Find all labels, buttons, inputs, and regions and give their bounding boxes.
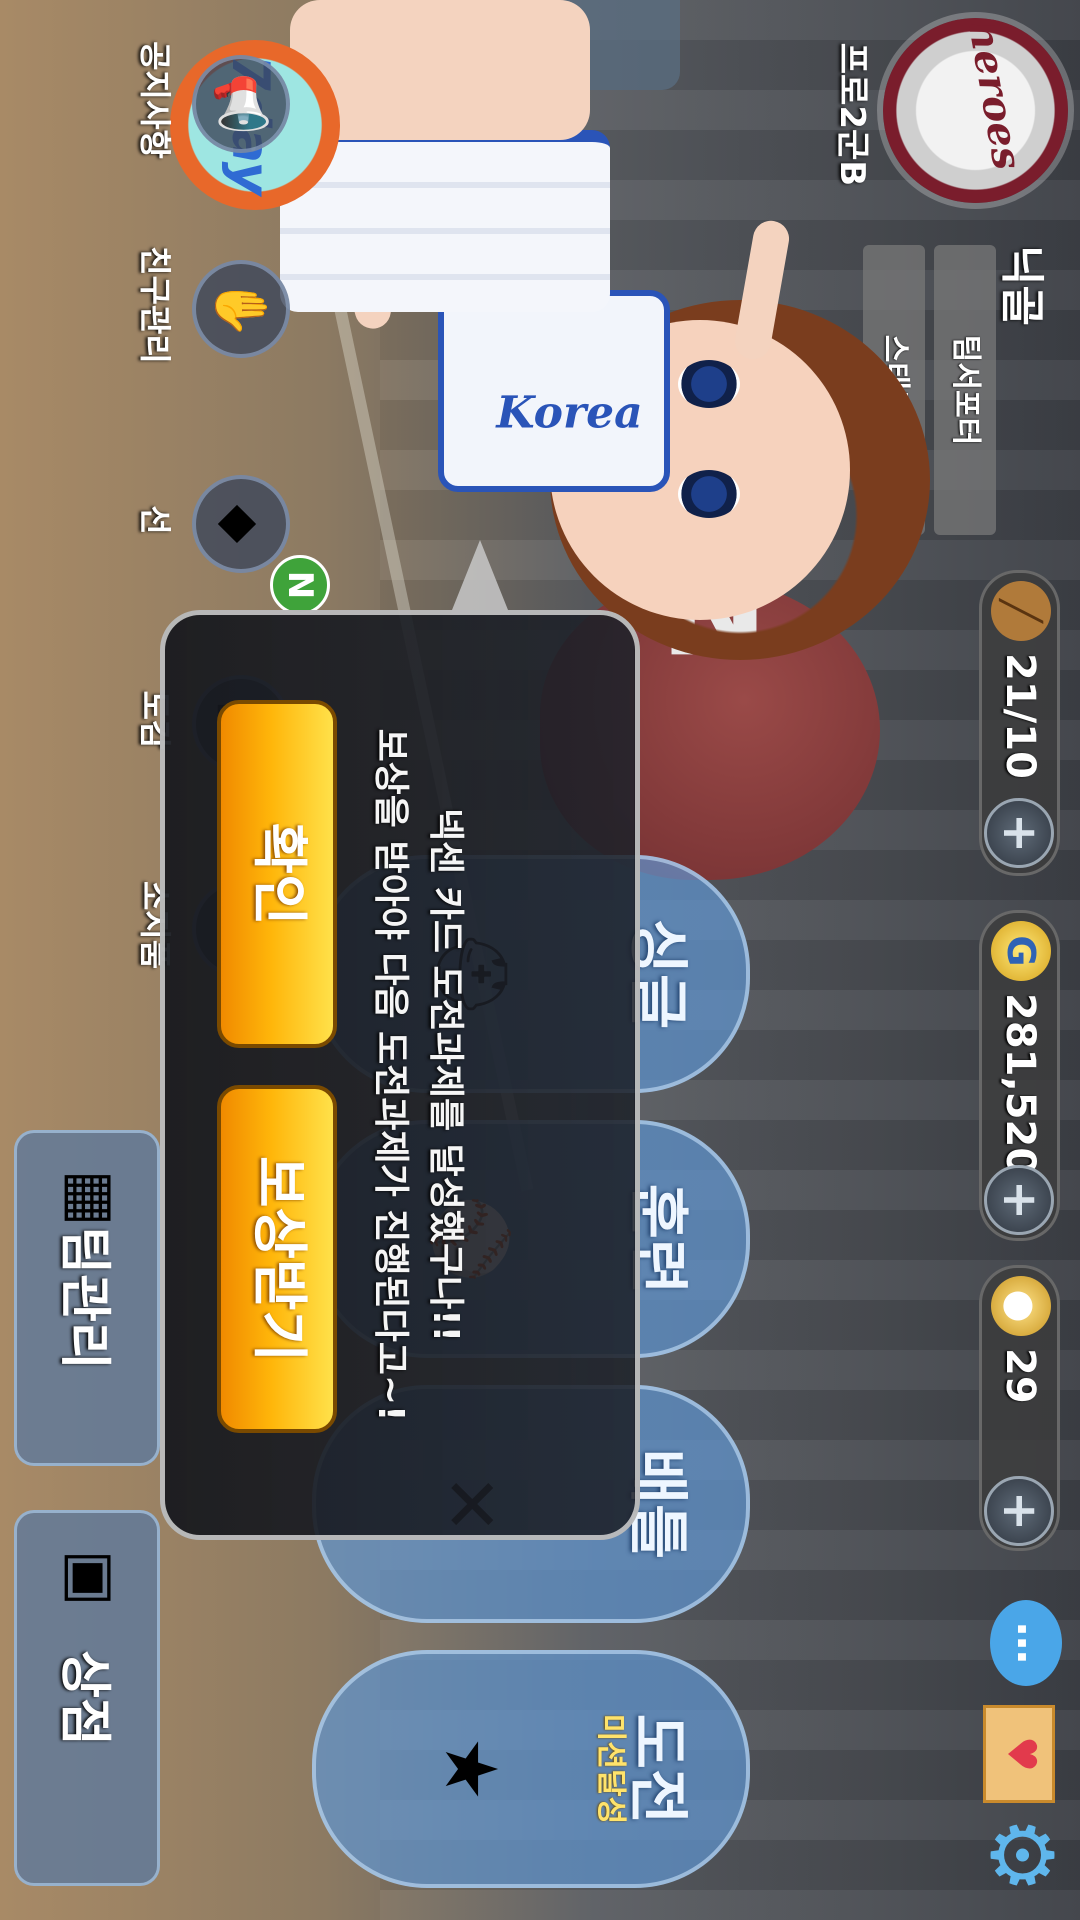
team-manage-button[interactable]: ▦ 팀관리 xyxy=(14,1130,160,1466)
star-icon: ★ xyxy=(429,1736,513,1802)
team-manage-label: 팀관리 xyxy=(54,1226,114,1370)
reward-dialog: 넥센 카드 도전과제를 달성했구나!! 보상을 받아야 다음 도전과제가 진행된… xyxy=(160,610,640,1540)
team-name: 프로2군B xyxy=(832,42,872,187)
side-notice[interactable]: 📢 공지사항 xyxy=(10,20,290,180)
baseball-icon: ● xyxy=(991,1276,1051,1336)
game-scene: heroes 프로2군B 닉골 팀서포터 스태프위 ╱ 21/10 + G 28… xyxy=(0,0,1080,1920)
shop-button[interactable]: ▣ 상점 xyxy=(14,1510,160,1886)
title-tag-1[interactable]: 팀서포터 xyxy=(934,245,996,535)
resource-ball: ● 29 + xyxy=(979,1265,1060,1551)
gold-count: 281,520 xyxy=(997,993,1043,1176)
claim-reward-button[interactable]: 보상받기 xyxy=(217,1085,337,1433)
bat-count: 21/10 xyxy=(997,653,1043,779)
side-item-3-label: 선 xyxy=(136,505,174,535)
side-item-3[interactable]: ◆ 선 N xyxy=(10,440,330,615)
add-gold-button[interactable]: + xyxy=(984,1165,1054,1235)
megaphone-icon: 📢 xyxy=(192,55,290,153)
side-friends-label: 친구관리 xyxy=(136,246,174,364)
confirm-button[interactable]: 확인 xyxy=(217,700,337,1048)
item-icon: ◆ xyxy=(192,475,290,573)
character-eye xyxy=(678,470,740,518)
character-eye xyxy=(678,360,740,408)
gold-coin-icon: G xyxy=(991,921,1051,981)
side-notice-label: 공지사항 xyxy=(136,41,174,159)
dialog-message-line-1: 넥센 카드 도전과제를 달성했구나!! xyxy=(425,807,466,1343)
bat-icon: ╱ xyxy=(991,581,1051,641)
mail-icon[interactable]: ♥ xyxy=(983,1705,1055,1803)
gear-icon[interactable]: ⚙ xyxy=(971,1810,1071,1900)
menu-challenge[interactable]: 도전 미션달성 ★ xyxy=(312,1650,750,1888)
side-collection[interactable]: ▤ 도감 xyxy=(10,640,290,800)
chat-icon[interactable]: … xyxy=(990,1600,1062,1686)
ball-count: 29 xyxy=(997,1348,1043,1404)
add-bat-button[interactable]: + xyxy=(984,798,1054,868)
dialog-tail xyxy=(450,540,510,615)
side-friends[interactable]: ✋ 친구관리 xyxy=(10,225,290,385)
player-nickname: 닉골 xyxy=(996,245,1047,326)
dialog-message-line-2: 보상을 받아야 다음 도전과제가 진행된다고~! xyxy=(370,728,411,1422)
add-ball-button[interactable]: + xyxy=(984,1476,1054,1546)
glove-icon: ✋ xyxy=(192,260,290,358)
new-badge: N xyxy=(270,555,330,615)
resource-bat: ╱ 21/10 + xyxy=(979,570,1060,876)
shop-label: 상점 xyxy=(54,1650,114,1746)
resource-gold: G 281,520 + xyxy=(979,910,1060,1241)
menu-challenge-sub: 미션달성 xyxy=(593,1713,628,1825)
side-inventory[interactable]: ◉ 소지품 N xyxy=(10,845,330,1020)
jersey-text: Korea xyxy=(496,387,643,439)
